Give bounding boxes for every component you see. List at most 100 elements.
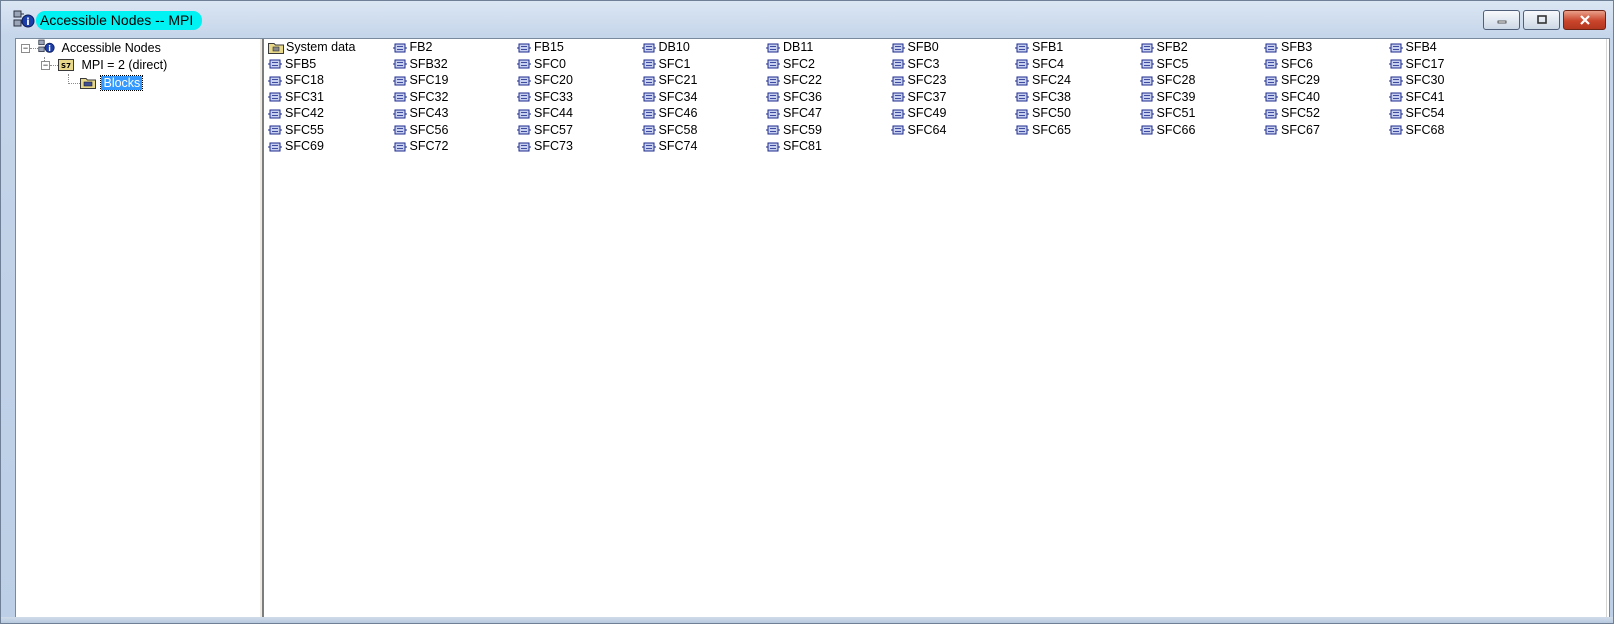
block-item-label: SFC32 — [409, 89, 449, 104]
block-item[interactable]: SFB32 — [392, 56, 448, 73]
block-item[interactable]: SFC29 — [1264, 72, 1320, 89]
block-item[interactable]: SFC32 — [392, 89, 449, 106]
block-item[interactable]: SFC52 — [1264, 105, 1320, 122]
block-item[interactable]: SFC81 — [766, 138, 822, 155]
block-item-label: SFC44 — [534, 106, 573, 120]
block-item[interactable]: SFC1 — [641, 56, 690, 73]
block-icon — [392, 92, 407, 102]
block-item[interactable]: FB15 — [517, 39, 564, 56]
block-item[interactable]: SFC5 — [1139, 56, 1188, 73]
blocks-folder-icon — [80, 78, 96, 89]
block-item[interactable]: SFC33 — [517, 89, 573, 106]
block-item[interactable]: SFC73 — [517, 138, 573, 155]
blocks-list-view[interactable]: System data FB2 FB15 DB10 DB11 SFB0 SFB1 SFB2 SF… — [264, 39, 1609, 618]
block-item[interactable]: SFC55 — [268, 122, 324, 139]
block-item[interactable]: SFC41 — [1388, 89, 1444, 106]
block-item[interactable]: SFC43 — [392, 105, 448, 122]
block-item[interactable]: SFC39 — [1139, 89, 1195, 106]
block-icon — [641, 92, 656, 102]
tree-item-mpi[interactable]: S7 MPI = 2 (direct) — [58, 57, 167, 74]
block-item[interactable]: SFC31 — [268, 89, 324, 106]
block-icon — [392, 142, 407, 151]
block-item[interactable]: SFB2 — [1139, 39, 1188, 56]
block-item[interactable]: SFC20 — [517, 72, 573, 89]
block-item[interactable]: SFB1 — [1015, 39, 1063, 56]
maximize-button[interactable] — [1523, 10, 1560, 30]
block-icon — [1264, 109, 1278, 118]
block-item[interactable]: SFC57 — [517, 122, 573, 139]
block-item-label: SFC58 — [658, 122, 698, 137]
block-item[interactable]: SFC66 — [1139, 122, 1195, 139]
block-item[interactable]: SFC72 — [392, 138, 448, 155]
minimize-button[interactable] — [1483, 10, 1520, 30]
block-item[interactable]: SFC4 — [1015, 56, 1064, 73]
block-item[interactable]: SFC38 — [1015, 89, 1071, 106]
block-item[interactable]: SFC3 — [890, 56, 939, 73]
tree-collapse-toggle-mpi[interactable]: − — [41, 61, 50, 70]
block-item[interactable]: SFC28 — [1139, 72, 1195, 89]
block-item[interactable]: SFC65 — [1015, 122, 1071, 139]
block-item[interactable]: SFB3 — [1264, 39, 1312, 56]
block-item[interactable]: DB11 — [766, 39, 813, 56]
block-item[interactable]: SFC58 — [641, 122, 698, 139]
tree-item-accessible-nodes[interactable]: i Accessible Nodes — [38, 39, 161, 56]
block-item[interactable]: SFC68 — [1388, 122, 1445, 139]
block-item[interactable]: SFC21 — [641, 72, 697, 89]
block-item[interactable]: SFC34 — [641, 89, 697, 106]
block-item-label: SFC67 — [1281, 122, 1320, 137]
block-item[interactable]: SFC56 — [392, 122, 449, 139]
block-item[interactable]: SFC0 — [517, 56, 566, 73]
block-item[interactable]: SFC54 — [1388, 105, 1444, 122]
block-item[interactable]: System data — [268, 39, 355, 56]
block-item[interactable]: SFC49 — [890, 105, 946, 122]
block-item[interactable]: SFC69 — [268, 138, 324, 155]
block-icon — [641, 142, 656, 151]
block-item[interactable]: SFC17 — [1388, 56, 1444, 73]
block-icon — [1139, 43, 1154, 52]
system-data-folder-icon — [268, 43, 284, 54]
block-icon — [1139, 109, 1154, 118]
block-item-label: SFC18 — [285, 73, 324, 87]
tree-collapse-toggle-root[interactable]: − — [21, 44, 30, 53]
block-item[interactable]: SFC40 — [1264, 89, 1320, 106]
block-item[interactable]: SFC74 — [641, 138, 697, 155]
block-item[interactable]: SFC50 — [1015, 105, 1071, 122]
block-item[interactable]: SFC47 — [766, 105, 822, 122]
block-item-label: SFC73 — [534, 139, 573, 153]
network-nodes-icon: i — [38, 39, 55, 53]
block-item[interactable]: SFC67 — [1264, 122, 1320, 139]
block-icon — [517, 76, 531, 85]
block-item[interactable]: SFC59 — [766, 122, 822, 139]
block-item[interactable]: SFC44 — [517, 105, 573, 122]
block-item[interactable]: SFB5 — [268, 56, 316, 73]
block-item-label: SFC68 — [1405, 122, 1445, 137]
block-item-label: FB2 — [409, 40, 433, 54]
block-item-label: System data — [286, 40, 356, 54]
block-item-label: SFC52 — [1281, 106, 1320, 120]
block-item[interactable]: SFB0 — [890, 39, 939, 56]
block-item[interactable]: SFC37 — [890, 89, 946, 106]
block-item[interactable]: SFC19 — [392, 72, 448, 89]
block-item[interactable]: SFC36 — [766, 89, 822, 106]
block-item[interactable]: DB10 — [641, 39, 690, 56]
tree-pane[interactable]: − i Accessible Nodes − S7 MPI = 2 (direc… — [16, 39, 261, 618]
block-item[interactable]: SFB4 — [1388, 39, 1437, 56]
block-item[interactable]: SFC18 — [268, 72, 324, 89]
close-button[interactable] — [1563, 10, 1606, 30]
title-bar[interactable]: i Accessible Nodes -- MPI — [1, 1, 1613, 37]
block-item[interactable]: SFC23 — [890, 72, 946, 89]
block-item-label: SFC40 — [1281, 89, 1320, 104]
block-icon — [641, 109, 656, 118]
block-item-label: SFC56 — [409, 122, 449, 137]
block-item[interactable]: SFC46 — [641, 105, 697, 122]
block-item[interactable]: SFC24 — [1015, 72, 1071, 89]
tree-item-blocks[interactable]: Blocks — [80, 75, 144, 92]
block-item[interactable]: SFC64 — [890, 122, 946, 139]
block-item[interactable]: SFC2 — [766, 56, 815, 73]
block-item[interactable]: SFC22 — [766, 72, 822, 89]
block-item[interactable]: SFC30 — [1388, 72, 1444, 89]
block-item[interactable]: SFC6 — [1264, 56, 1313, 73]
block-item[interactable]: SFC42 — [268, 105, 324, 122]
block-item[interactable]: SFC51 — [1139, 105, 1195, 122]
block-item[interactable]: FB2 — [392, 39, 433, 56]
